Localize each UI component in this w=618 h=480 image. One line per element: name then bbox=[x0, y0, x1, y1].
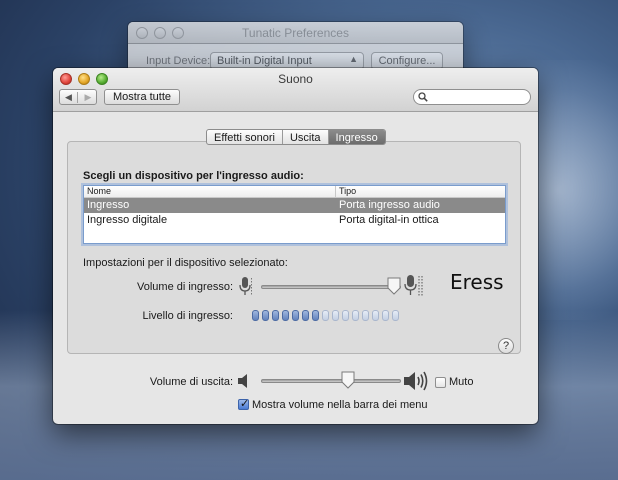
back-arrow-icon[interactable]: ◀ bbox=[60, 92, 78, 103]
tab-input[interactable]: Ingresso bbox=[328, 130, 385, 144]
overlay-text: Eress bbox=[450, 270, 504, 294]
search-input[interactable] bbox=[413, 89, 531, 105]
speaker-low-icon bbox=[238, 374, 247, 388]
tab-output[interactable]: Uscita bbox=[283, 130, 329, 144]
level-segment bbox=[342, 310, 349, 321]
level-segment bbox=[272, 310, 279, 321]
show-all-button[interactable]: Mostra tutte bbox=[104, 89, 180, 105]
mute-checkbox[interactable] bbox=[435, 377, 446, 388]
column-header-type[interactable]: Tipo bbox=[336, 186, 356, 197]
row-name: Ingresso digitale bbox=[87, 214, 168, 226]
table-row[interactable]: Ingresso Porta ingresso audio bbox=[84, 198, 505, 213]
level-segment bbox=[302, 310, 309, 321]
row-name: Ingresso bbox=[87, 199, 130, 211]
level-segment bbox=[372, 310, 379, 321]
window-title: Suono bbox=[278, 72, 313, 86]
speaker-high-icon bbox=[404, 371, 428, 391]
sound-tabs: Effetti sonori Uscita Ingresso bbox=[206, 129, 386, 145]
tunatic-window-title: Tunatic Preferences bbox=[242, 26, 349, 40]
input-volume-knob[interactable] bbox=[387, 277, 401, 295]
input-level-label: Livello di ingresso: bbox=[142, 310, 234, 322]
level-segment bbox=[292, 310, 299, 321]
level-segment bbox=[262, 310, 269, 321]
level-segment bbox=[252, 310, 259, 321]
back-forward-control[interactable]: ◀ ▶ bbox=[59, 89, 97, 105]
input-device-table[interactable]: Nome Tipo Ingresso Porta ingresso audio … bbox=[83, 185, 506, 244]
level-segment bbox=[312, 310, 319, 321]
output-volume-slider[interactable] bbox=[261, 379, 401, 383]
level-segment bbox=[362, 310, 369, 321]
mic-low-icon bbox=[239, 277, 252, 296]
table-row[interactable]: Ingresso digitale Porta digital-in ottic… bbox=[84, 213, 505, 228]
sound-preferences-window[interactable]: Suono ◀ ▶ Mostra tutte Effetti sonori Us… bbox=[53, 68, 538, 424]
level-segment bbox=[322, 310, 329, 321]
select-arrows-icon: ▲ bbox=[349, 54, 358, 64]
help-button[interactable]: ? bbox=[498, 338, 514, 354]
input-level-meter bbox=[252, 310, 399, 321]
mute-label: Muto bbox=[449, 376, 474, 388]
column-header-name[interactable]: Nome bbox=[84, 186, 336, 197]
input-device-heading: Scegli un dispositivo per l'ingresso aud… bbox=[83, 170, 304, 182]
input-device-value: Built-in Digital Input bbox=[217, 55, 312, 67]
level-segment bbox=[352, 310, 359, 321]
mic-high-icon bbox=[404, 275, 423, 296]
row-type: Porta ingresso audio bbox=[339, 199, 440, 211]
input-volume-label: Volume di ingresso: bbox=[137, 281, 233, 293]
output-volume-knob[interactable] bbox=[341, 371, 355, 389]
level-segment bbox=[392, 310, 399, 321]
input-device-label: Input Device: bbox=[146, 55, 211, 67]
tab-sound-effects[interactable]: Effetti sonori bbox=[207, 130, 283, 144]
sound-toolbar[interactable]: Suono ◀ ▶ Mostra tutte bbox=[53, 68, 538, 112]
table-header: Nome Tipo bbox=[84, 186, 505, 198]
tunatic-titlebar[interactable]: Tunatic Preferences bbox=[128, 22, 463, 44]
show-volume-menu-label: Mostra volume nella barra dei menu bbox=[252, 399, 428, 411]
show-volume-menu-checkbox[interactable] bbox=[238, 397, 249, 410]
search-icon bbox=[418, 92, 428, 102]
device-settings-label: Impostazioni per il dispositivo selezion… bbox=[83, 257, 288, 269]
level-segment bbox=[332, 310, 339, 321]
level-segment bbox=[282, 310, 289, 321]
level-segment bbox=[382, 310, 389, 321]
input-volume-slider[interactable] bbox=[261, 285, 401, 289]
output-volume-label: Volume di uscita: bbox=[149, 376, 233, 388]
row-type: Porta digital-in ottica bbox=[339, 214, 439, 226]
forward-arrow-icon[interactable]: ▶ bbox=[79, 92, 97, 103]
